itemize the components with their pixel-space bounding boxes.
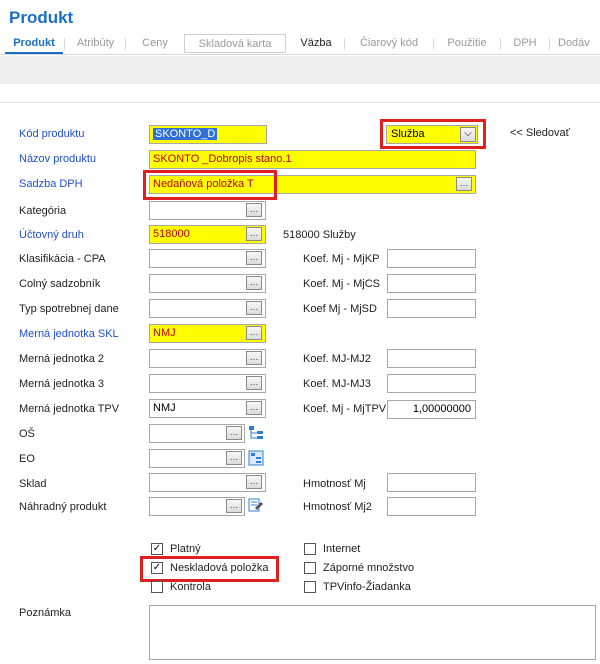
sadzba-dph-label: Sadzba DPH [19,178,83,190]
kategoria-picker-button[interactable]: … [246,203,262,217]
koef-mj2-label: Koef. MJ-MJ2 [303,353,371,365]
koef-mj3-label: Koef. MJ-MJ3 [303,378,371,390]
tab-dph[interactable]: DPH [503,33,547,54]
annotation-box-neskladova [140,556,279,582]
zaporne-checkbox[interactable] [304,562,316,574]
tab-pouzitie[interactable]: Použitie [436,33,498,54]
eo-label: EO [19,453,35,465]
tab-ceny[interactable]: Ceny [128,33,182,54]
tab-separator [344,38,345,50]
koef-kp-label: Koef. Mj - MjKP [303,253,380,265]
platny-label: Platný [170,543,201,555]
poznamka-textarea[interactable] [149,605,596,660]
tab-separator [549,38,550,50]
window-title: Produkt [9,8,74,27]
internet-label: Internet [323,543,361,555]
uctovny-druh-picker-button[interactable]: … [246,227,262,241]
nahradny-picker-button[interactable]: … [226,499,242,513]
annotation-box-sadzba [143,170,277,200]
nazov-produktu-input[interactable]: SKONTO _Dobropis stano.1 [149,150,476,169]
spacer-strip [0,84,600,102]
typ-spotrebnej-picker-button[interactable]: … [246,301,262,315]
toolbar-strip [0,56,600,84]
tab-atributy[interactable]: Atribúty [67,33,124,54]
os-picker-button[interactable]: … [226,426,242,440]
sklad-label: Sklad [19,478,47,490]
colny-label: Colný sadzobník [19,278,101,290]
tab-separator [64,38,65,50]
mj-skl-picker-button[interactable]: … [246,326,262,340]
mj-skl-label: Merná jednotka SKL [19,328,119,340]
platny-checkbox[interactable]: ✓ [151,543,163,555]
koef-cs-input[interactable] [387,274,476,293]
tab-ciarovy-kod[interactable]: Čiarový kód [347,33,431,54]
koef-kp-input[interactable] [387,249,476,268]
tpvinfo-label: TPVinfo-Žiadanka [323,581,411,593]
typ-spotrebnej-label: Typ spotrebnej dane [19,303,119,315]
koef-mj3-input[interactable] [387,374,476,393]
koef-tpv-label: Koef. Mj - MjTPV [303,403,387,415]
sadzba-dph-picker-button[interactable]: … [456,177,472,191]
klasifikacia-label: Klasifikácia - CPA [19,253,106,265]
colny-picker-button[interactable]: … [246,276,262,290]
annotation-box-typ [380,119,486,149]
mj3-picker-button[interactable]: … [246,376,262,390]
uctovny-druh-description: 518000 Služby [283,229,356,241]
tab-separator [500,38,501,50]
tab-produkt[interactable]: Produkt [5,33,63,54]
nahradny-label: Náhradný produkt [19,501,107,513]
hmotnost-mj-input[interactable] [387,473,476,492]
kod-produktu-input[interactable]: SKONTO_D [149,125,267,144]
tab-bar: Produkt Atribúty Ceny Skladová karta Väz… [0,33,600,55]
kontrola-label: Kontrola [170,581,211,593]
sklad-picker-button[interactable]: … [246,475,262,489]
internet-checkbox[interactable] [304,543,316,555]
hmotnost-mj2-input[interactable] [387,497,476,516]
kod-produktu-label: Kód produktu [19,128,85,140]
tab-vazba[interactable]: Väzba [290,33,342,54]
uctovny-druh-label: Účtovný druh [19,229,84,241]
mj-tpv-picker-button[interactable]: … [246,401,262,415]
koef-sd-input[interactable] [387,299,476,318]
tab-separator [125,38,126,50]
koef-mj2-input[interactable] [387,349,476,368]
hierarchy-icon[interactable] [248,425,264,441]
hmotnost-mj-label: Hmotnosť Mj [303,478,366,490]
tab-skladova-karta[interactable]: Skladová karta [184,34,286,53]
tab-separator [433,38,434,50]
title-bar: Produkt [0,0,600,33]
poznamka-label: Poznámka [19,607,71,619]
koef-sd-label: Koef Mj - MjSD [303,303,377,315]
mj-tpv-label: Merná jednotka TPV [19,403,120,415]
hmotnost-mj2-label: Hmotnosť Mj2 [303,501,372,513]
os-label: OŠ [19,428,35,440]
zaporne-label: Záporné množstvo [323,562,415,574]
koef-cs-label: Koef. Mj - MjCS [303,278,381,290]
structure-icon[interactable] [248,450,264,466]
kontrola-checkbox[interactable] [151,581,163,593]
sledovat-link[interactable]: << Sledovať [510,127,570,139]
mj2-picker-button[interactable]: … [246,351,262,365]
tpvinfo-checkbox[interactable] [304,581,316,593]
mj3-label: Merná jednotka 3 [19,378,104,390]
klasifikacia-picker-button[interactable]: … [246,251,262,265]
koef-tpv-input[interactable]: 1,00000000 [387,400,476,419]
mj2-label: Merná jednotka 2 [19,353,104,365]
kategoria-label: Kategória [19,205,67,217]
eo-picker-button[interactable]: … [226,451,242,465]
tab-dodavatelia[interactable]: Dodáv [552,33,600,54]
nazov-produktu-label: Názov produktu [19,153,97,165]
edit-icon[interactable] [248,497,264,513]
